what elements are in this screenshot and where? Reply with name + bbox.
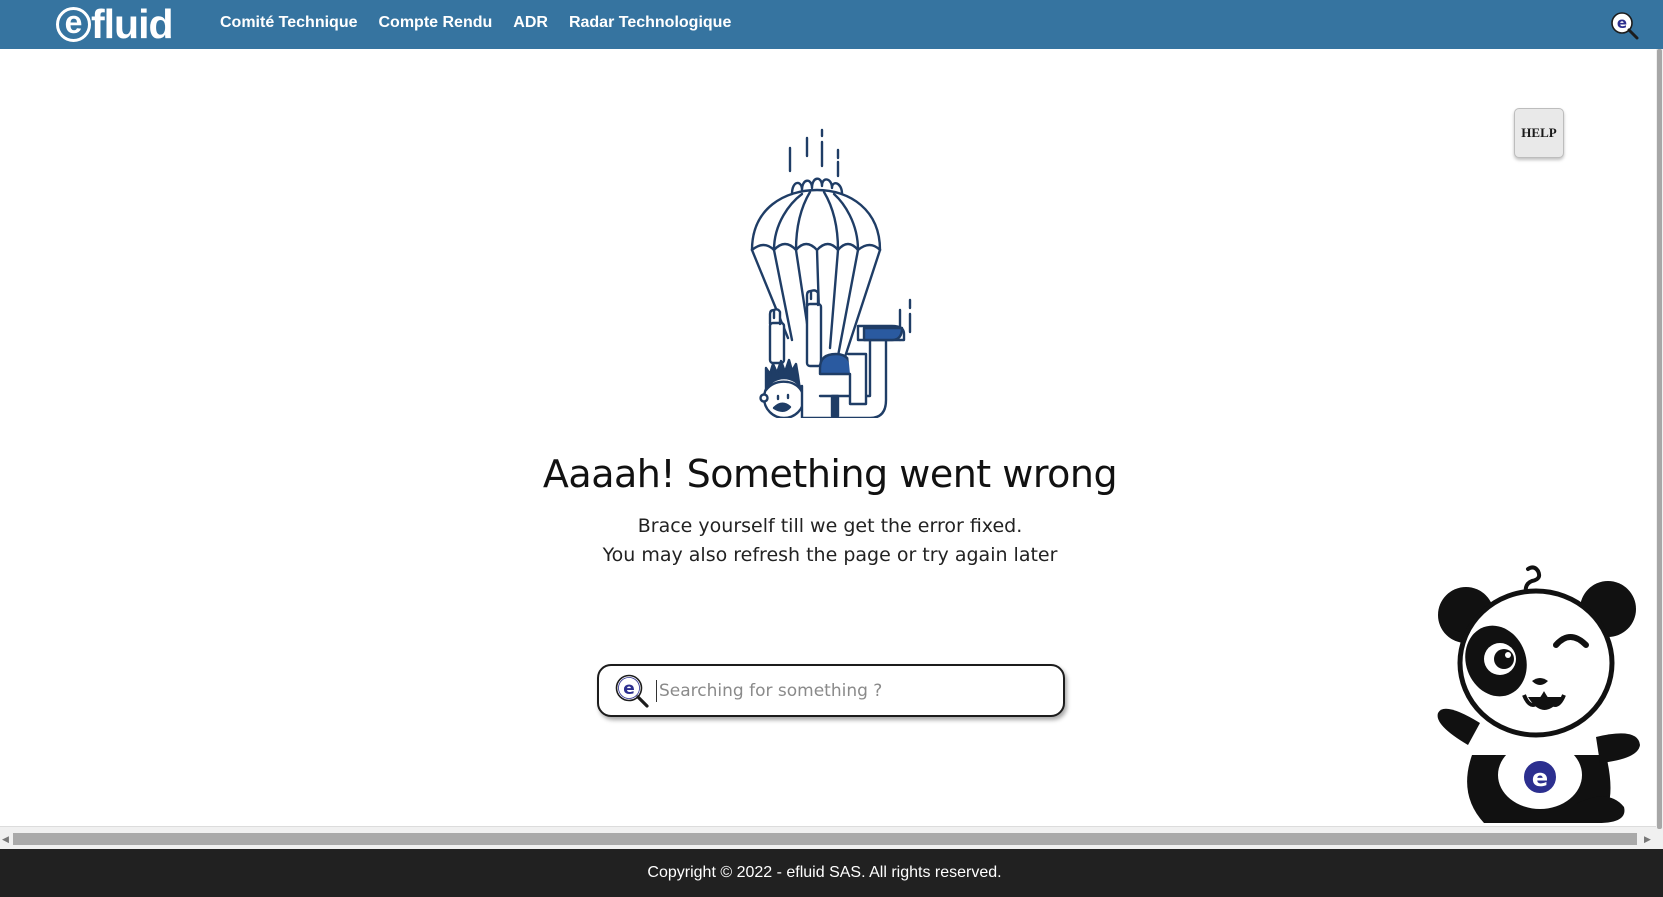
parachute-illustration [750, 128, 912, 418]
nav-item-comite-technique[interactable]: Comité Technique [220, 14, 358, 32]
panda-mascot: e [1437, 565, 1640, 823]
efluid-search-icon: e [615, 674, 649, 708]
logo-text: fluid [91, 0, 174, 47]
svg-text:e: e [1617, 14, 1627, 32]
nav-menu: Comité Technique Compte Rendu ADR Radar … [220, 0, 752, 46]
scroll-right-arrow-icon[interactable]: ▶ [1644, 834, 1651, 845]
error-title: Aaaah! Something went wrong [542, 452, 1118, 496]
top-navbar: e fluid Comité Technique Compte Rendu AD… [0, 0, 1663, 49]
nav-item-radar-technologique[interactable]: Radar Technologique [569, 14, 731, 32]
scroll-left-arrow-icon[interactable]: ◀ [2, 834, 9, 845]
vertical-scrollbar[interactable] [1656, 49, 1663, 849]
logo-e-circle: e [56, 6, 91, 42]
error-message-line-1: Brace yourself till we get the error fix… [637, 515, 1023, 537]
search-input[interactable] [656, 679, 1036, 702]
horizontal-scrollbar[interactable]: ◀ ▶ [0, 826, 1656, 849]
page: e fluid Comité Technique Compte Rendu AD… [0, 0, 1663, 897]
copyright-text: Copyright © 2022 - efluid SAS. All right… [647, 864, 1002, 881]
efluid-logo[interactable]: e fluid [56, 0, 174, 47]
nav-search-icon[interactable]: e [1610, 11, 1640, 41]
search-box[interactable]: e [597, 664, 1065, 717]
mascot-badge-letter: e [1532, 764, 1548, 792]
help-button[interactable]: HELP [1514, 108, 1564, 158]
nav-item-compte-rendu[interactable]: Compte Rendu [379, 14, 493, 32]
svg-text:e: e [623, 679, 635, 699]
nav-item-adr[interactable]: ADR [513, 14, 548, 32]
horizontal-scrollbar-thumb[interactable] [13, 833, 1637, 845]
error-message-line-2: You may also refresh the page or try aga… [602, 544, 1058, 566]
vertical-scrollbar-thumb[interactable] [1657, 49, 1662, 829]
footer: Copyright © 2022 - efluid SAS. All right… [0, 849, 1663, 897]
